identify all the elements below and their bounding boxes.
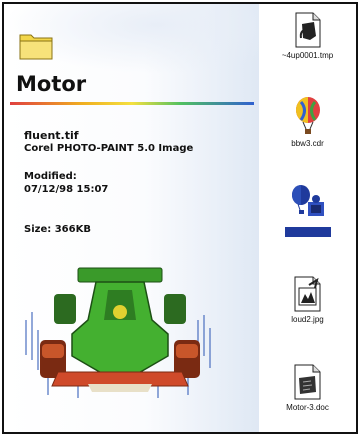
file-label: loud2.jpg bbox=[291, 315, 324, 324]
balloon-file-icon bbox=[295, 97, 320, 134]
modified-value: 07/12/98 15:07 bbox=[24, 184, 109, 195]
file-item-selected[interactable] bbox=[259, 184, 356, 237]
image-file-icon bbox=[294, 276, 320, 312]
folder-info-panel: Motor fluent.tif Corel PHOTO-PAINT 5.0 I… bbox=[4, 4, 259, 432]
file-item[interactable]: ~4up0001.tmp bbox=[259, 12, 356, 60]
folder-title: Motor bbox=[16, 72, 87, 96]
folder-icon bbox=[19, 34, 53, 60]
file-thumbnail bbox=[25, 267, 211, 398]
explorer-window: Motor fluent.tif Corel PHOTO-PAINT 5.0 I… bbox=[2, 2, 358, 434]
selected-label-highlight bbox=[284, 227, 331, 237]
file-icon-list: ~4up0001.tmp bbw3.cdr loud2.jpg Motor-3.… bbox=[259, 4, 356, 432]
file-item[interactable]: loud2.jpg bbox=[259, 276, 356, 324]
selected-file-type: Corel PHOTO-PAINT 5.0 Image bbox=[24, 143, 194, 154]
selected-file-name: fluent.tif bbox=[24, 129, 79, 142]
document-file-icon bbox=[294, 364, 320, 400]
modified-label: Modified: bbox=[24, 171, 77, 182]
title-divider bbox=[10, 102, 254, 105]
file-size: Size: 366KB bbox=[24, 224, 91, 235]
balloon-file-icon bbox=[291, 185, 324, 216]
file-label: ~4up0001.tmp bbox=[281, 51, 334, 60]
file-item[interactable]: bbw3.cdr bbox=[259, 96, 356, 148]
file-item[interactable]: Motor-3.doc bbox=[259, 364, 356, 412]
tmp-file-icon bbox=[295, 12, 320, 48]
file-label: Motor-3.doc bbox=[286, 403, 329, 412]
file-label: bbw3.cdr bbox=[291, 139, 324, 148]
